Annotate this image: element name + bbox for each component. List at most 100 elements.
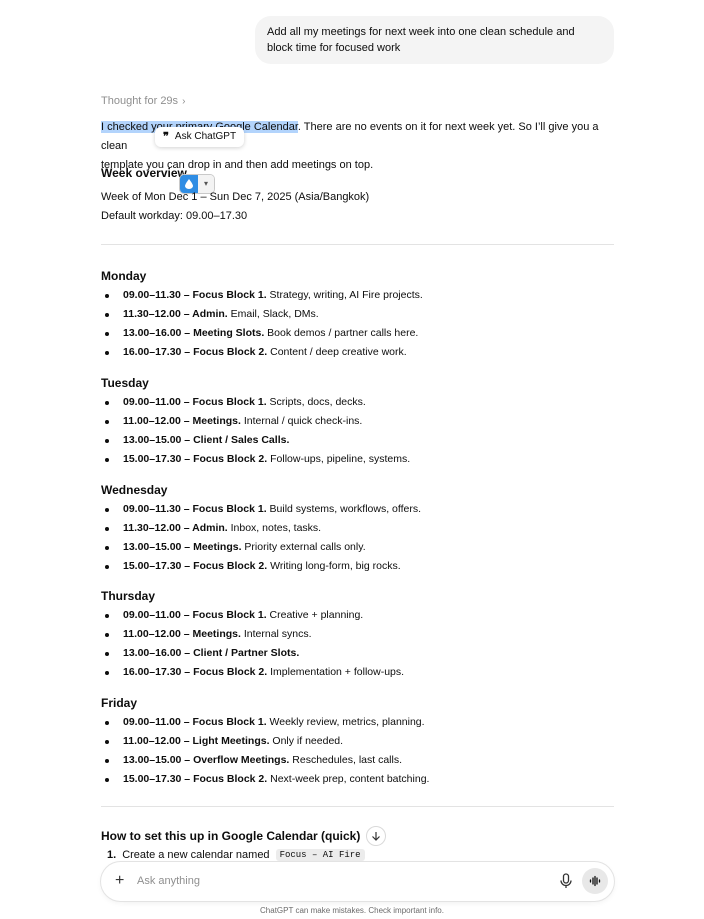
time-range: 13.00–15.00 – xyxy=(123,541,194,553)
block-title: Admin. xyxy=(192,308,228,320)
schedule-item: 11.00–12.00 – Meetings. Internal / quick… xyxy=(101,412,614,431)
day-section-wednesday: Wednesday 09.00–11.30 – Focus Block 1. Bu… xyxy=(101,480,614,576)
block-description: Reschedules, last calls. xyxy=(289,754,402,766)
schedule-item: 15.00–17.30 – Focus Block 2. Follow-ups,… xyxy=(101,450,614,469)
schedule-list: 09.00–11.00 – Focus Block 1. Scripts, do… xyxy=(101,393,614,469)
user-message-text: Add all my meetings for next week into o… xyxy=(267,26,575,54)
block-title: Light Meetings. xyxy=(192,735,270,747)
block-title: Focus Block 1. xyxy=(192,716,267,728)
block-description: Email, Slack, DMs. xyxy=(227,308,319,320)
time-range: 09.00–11.00 – xyxy=(123,609,193,621)
schedule-item: 15.00–17.30 – Focus Block 2. Writing lon… xyxy=(101,557,614,576)
time-range: 11.00–12.00 – xyxy=(123,628,193,640)
block-description: Creative + planning. xyxy=(266,609,364,621)
block-description: Next-week prep, content batching. xyxy=(267,773,430,785)
ask-chatgpt-popup[interactable]: ❞ Ask ChatGPT xyxy=(155,127,245,147)
schedule-item: 16.00–17.30 – Focus Block 2. Implementat… xyxy=(101,663,614,682)
voice-mode-button[interactable] xyxy=(582,868,608,894)
time-range: 16.00–17.30 – xyxy=(123,666,194,678)
chevron-right-icon: › xyxy=(182,96,186,107)
time-range: 16.00–17.30 – xyxy=(123,346,194,358)
time-range: 13.00–15.00 – xyxy=(123,754,194,766)
block-description: Build systems, workflows, offers. xyxy=(266,503,422,515)
time-range: 09.00–11.30 – xyxy=(123,289,193,301)
schedule-item: 09.00–11.00 – Focus Block 1. Creative + … xyxy=(101,606,614,625)
block-title: Focus Block 2. xyxy=(193,453,268,465)
scroll-down-button[interactable] xyxy=(366,826,387,846)
thought-toggle[interactable]: Thought for 29s › xyxy=(101,95,185,107)
default-workday: Default workday: 09.00–17.30 xyxy=(101,210,248,222)
block-title: Focus Block 2. xyxy=(193,773,268,785)
day-heading: Friday xyxy=(101,696,138,710)
step-number: 1. xyxy=(107,849,117,861)
day-section-monday: Monday 09.00–11.30 – Focus Block 1. Strat… xyxy=(101,266,614,362)
block-title: Meetings. xyxy=(192,628,241,640)
day-heading: Wednesday xyxy=(101,483,168,497)
block-title: Focus Block 1. xyxy=(192,289,267,301)
block-description: Content / deep creative work. xyxy=(267,346,407,358)
time-range: 09.00–11.00 – xyxy=(123,716,193,728)
block-title: Client / Partner Slots. xyxy=(193,647,300,659)
plus-icon[interactable]: + xyxy=(115,871,124,891)
block-description: Implementation + follow-ups. xyxy=(267,666,405,678)
time-range: 09.00–11.00 – xyxy=(123,396,193,408)
block-title: Focus Block 1. xyxy=(192,609,267,621)
user-message-bubble: Add all my meetings for next week into o… xyxy=(255,16,614,64)
day-section-thursday: Thursday 09.00–11.00 – Focus Block 1. Cre… xyxy=(101,586,614,682)
day-heading: Tuesday xyxy=(101,376,149,390)
block-description: Writing long-form, big rocks. xyxy=(267,560,401,572)
week-overview-title: Week overview xyxy=(101,166,187,180)
day-section-tuesday: Tuesday 09.00–11.00 – Focus Block 1. Scri… xyxy=(101,373,614,469)
time-range: 15.00–17.30 – xyxy=(123,773,194,785)
prompt-input[interactable] xyxy=(137,870,537,892)
schedule-item: 11.00–12.00 – Light Meetings. Only if ne… xyxy=(101,732,614,751)
time-range: 11.00–12.00 – xyxy=(123,735,193,747)
how-to-step: 1. Create a new calendar named Focus – A… xyxy=(107,849,365,861)
time-range: 13.00–16.00 – xyxy=(123,647,194,659)
waveform-icon xyxy=(589,875,601,887)
block-description: Inbox, notes, tasks. xyxy=(227,522,322,534)
block-description: Internal / quick check-ins. xyxy=(240,415,363,427)
thought-label: Thought for 29s xyxy=(101,95,179,107)
block-title: Meeting Slots. xyxy=(193,327,265,339)
day-heading: Thursday xyxy=(101,589,156,603)
schedule-list: 09.00–11.00 – Focus Block 1. Creative + … xyxy=(101,606,614,682)
day-heading: Monday xyxy=(101,269,147,283)
divider xyxy=(101,244,614,245)
schedule-item: 11.30–12.00 – Admin. Email, Slack, DMs. xyxy=(101,305,614,324)
schedule-item: 09.00–11.30 – Focus Block 1. Strategy, w… xyxy=(101,286,614,305)
block-description: Weekly review, metrics, planning. xyxy=(266,716,425,728)
microphone-icon[interactable] xyxy=(559,872,573,890)
schedule-item: 16.00–17.30 – Focus Block 2. Content / d… xyxy=(101,343,614,362)
schedule-item: 13.00–15.00 – Meetings. Priority externa… xyxy=(101,538,614,557)
schedule-item: 11.30–12.00 – Admin. Inbox, notes, tasks… xyxy=(101,519,614,538)
time-range: 11.30–12.00 – xyxy=(123,308,193,320)
arrow-down-icon xyxy=(372,832,381,841)
block-title: Client / Sales Calls. xyxy=(193,434,290,446)
schedule-item: 09.00–11.30 – Focus Block 1. Build syste… xyxy=(101,500,614,519)
schedule-item: 11.00–12.00 – Meetings. Internal syncs. xyxy=(101,625,614,644)
time-range: 11.30–12.00 – xyxy=(123,522,193,534)
week-range: Week of Mon Dec 1 – Sun Dec 7, 2025 (Asi… xyxy=(101,191,370,203)
block-description: Follow-ups, pipeline, systems. xyxy=(267,453,411,465)
block-title: Focus Block 2. xyxy=(193,666,268,678)
block-title: Focus Block 1. xyxy=(192,503,267,515)
schedule-list: 09.00–11.30 – Focus Block 1. Strategy, w… xyxy=(101,286,614,362)
schedule-list: 09.00–11.00 – Focus Block 1. Weekly revi… xyxy=(101,713,614,789)
block-title: Admin. xyxy=(192,522,228,534)
schedule-item: 13.00–16.00 – Meeting Slots. Book demos … xyxy=(101,324,614,343)
divider xyxy=(101,806,614,807)
ask-chatgpt-label: Ask ChatGPT xyxy=(174,131,237,142)
time-range: 15.00–17.30 – xyxy=(123,453,194,465)
block-description: Internal syncs. xyxy=(240,628,312,640)
schedule-item: 09.00–11.00 – Focus Block 1. Weekly revi… xyxy=(101,713,614,732)
time-range: 15.00–17.30 – xyxy=(123,560,194,572)
block-title: Focus Block 2. xyxy=(193,560,268,572)
time-range: 11.00–12.00 – xyxy=(123,415,193,427)
schedule-item: 13.00–15.00 – Client / Sales Calls. xyxy=(101,431,614,450)
quote-icon: ❞ xyxy=(163,131,169,143)
block-description: Scripts, docs, decks. xyxy=(266,396,366,408)
schedule-item: 13.00–16.00 – Client / Partner Slots. xyxy=(101,644,614,663)
block-title: Meetings. xyxy=(193,541,242,553)
block-title: Meetings. xyxy=(192,415,241,427)
